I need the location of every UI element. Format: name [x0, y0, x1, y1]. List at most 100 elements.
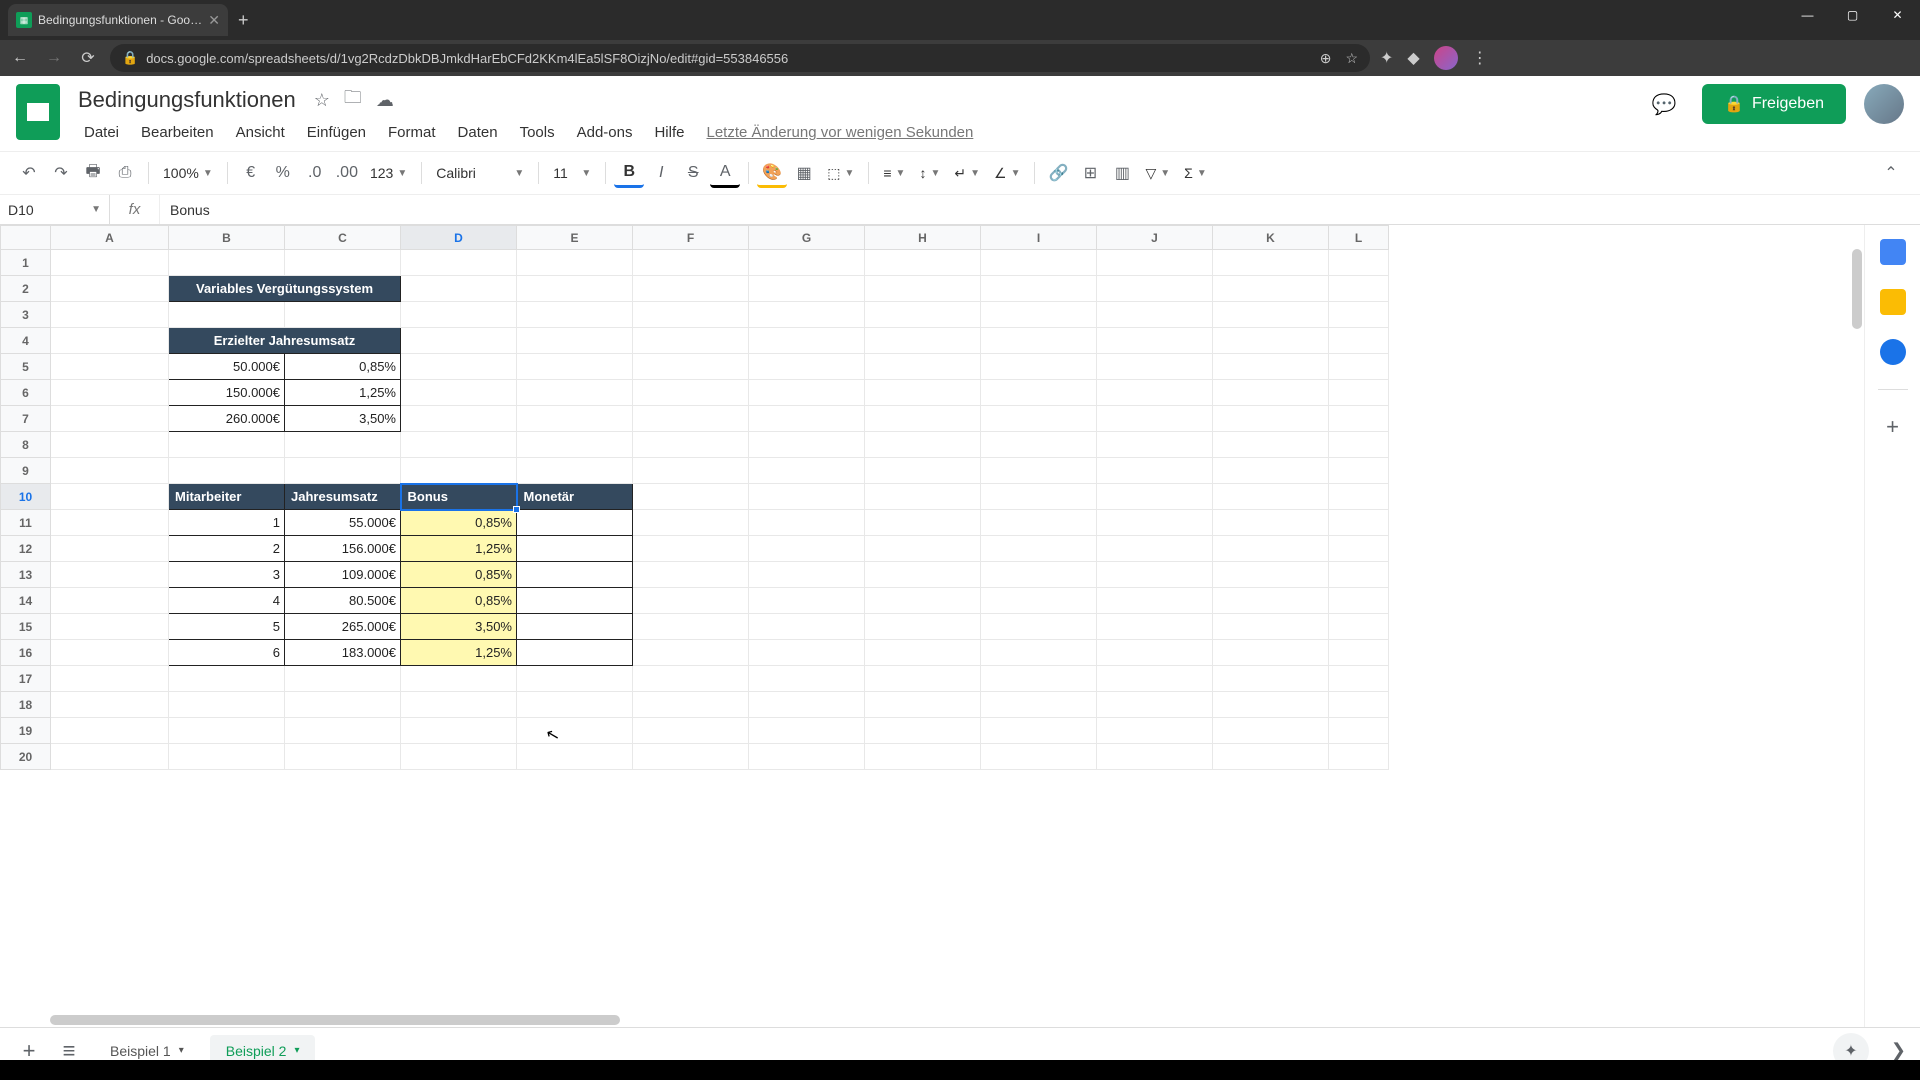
cell-K11[interactable]: [1213, 510, 1329, 536]
cell-L15[interactable]: [1329, 614, 1389, 640]
menu-view[interactable]: Ansicht: [226, 120, 295, 145]
cell-E4[interactable]: [517, 328, 633, 354]
cell-G19[interactable]: [749, 718, 865, 744]
cell-H15[interactable]: [865, 614, 981, 640]
cell-D3[interactable]: [401, 302, 517, 328]
cell-J13[interactable]: [1097, 562, 1213, 588]
reload-button[interactable]: ⟳: [76, 48, 100, 68]
cell-C11[interactable]: 55.000€: [285, 510, 401, 536]
row-header-10[interactable]: 10: [1, 484, 51, 510]
row-header-14[interactable]: 14: [1, 588, 51, 614]
cell-J1[interactable]: [1097, 250, 1213, 276]
cell-I13[interactable]: [981, 562, 1097, 588]
cell-E17[interactable]: [517, 666, 633, 692]
cell-F13[interactable]: [633, 562, 749, 588]
browser-menu-icon[interactable]: ⋮: [1472, 48, 1488, 68]
cell-G6[interactable]: [749, 380, 865, 406]
share-button[interactable]: 🔒 Freigeben: [1702, 84, 1846, 124]
window-minimize-button[interactable]: —: [1785, 0, 1830, 30]
cell-K10[interactable]: [1213, 484, 1329, 510]
bold-button[interactable]: B: [614, 158, 644, 188]
valign-button[interactable]: ↕▼: [913, 165, 946, 181]
cell-G16[interactable]: [749, 640, 865, 666]
cell-B7[interactable]: 260.000€: [169, 406, 285, 432]
fill-color-button[interactable]: 🎨: [757, 158, 787, 188]
cell-L14[interactable]: [1329, 588, 1389, 614]
extension-icon[interactable]: ◆: [1407, 48, 1419, 68]
merge-button[interactable]: ⬚▼: [821, 165, 860, 182]
cell-L3[interactable]: [1329, 302, 1389, 328]
print-button[interactable]: 🖶: [78, 158, 108, 188]
cell-G7[interactable]: [749, 406, 865, 432]
cell-C12[interactable]: 156.000€: [285, 536, 401, 562]
cell-K1[interactable]: [1213, 250, 1329, 276]
cell-D19[interactable]: [401, 718, 517, 744]
column-header-J[interactable]: J: [1097, 226, 1213, 250]
row-header-18[interactable]: 18: [1, 692, 51, 718]
decrease-decimal-button[interactable]: .0: [300, 158, 330, 188]
cell-H13[interactable]: [865, 562, 981, 588]
row-header-13[interactable]: 13: [1, 562, 51, 588]
cell-C16[interactable]: 183.000€: [285, 640, 401, 666]
cell-L20[interactable]: [1329, 744, 1389, 770]
italic-button[interactable]: I: [646, 158, 676, 188]
cell-E1[interactable]: [517, 250, 633, 276]
cell-I16[interactable]: [981, 640, 1097, 666]
column-header-L[interactable]: L: [1329, 226, 1389, 250]
cell-J17[interactable]: [1097, 666, 1213, 692]
zoom-icon[interactable]: ⊕: [1320, 50, 1332, 67]
cell-F20[interactable]: [633, 744, 749, 770]
cell-D1[interactable]: [401, 250, 517, 276]
account-avatar[interactable]: [1864, 84, 1904, 124]
row-header-7[interactable]: 7: [1, 406, 51, 432]
cell-C10[interactable]: Jahresumsatz: [285, 484, 401, 510]
cell-A5[interactable]: [51, 354, 169, 380]
cell-I10[interactable]: [981, 484, 1097, 510]
cell-I9[interactable]: [981, 458, 1097, 484]
collapse-toolbar-button[interactable]: ⌃: [1876, 158, 1906, 188]
tasks-icon[interactable]: [1880, 339, 1906, 365]
extensions-icon[interactable]: ✦: [1380, 48, 1393, 68]
cell-E2[interactable]: [517, 276, 633, 302]
cell-B6[interactable]: 150.000€: [169, 380, 285, 406]
back-button[interactable]: ←: [8, 49, 32, 67]
cell-A2[interactable]: [51, 276, 169, 302]
cell-B10[interactable]: Mitarbeiter: [169, 484, 285, 510]
cell-H14[interactable]: [865, 588, 981, 614]
cell-G17[interactable]: [749, 666, 865, 692]
cell-E13[interactable]: [517, 562, 633, 588]
document-title[interactable]: Bedingungsfunktionen: [74, 85, 300, 115]
increase-decimal-button[interactable]: .00: [332, 158, 362, 188]
cell-F2[interactable]: [633, 276, 749, 302]
profile-avatar-small[interactable]: [1434, 46, 1458, 70]
cell-J5[interactable]: [1097, 354, 1213, 380]
cell-L2[interactable]: [1329, 276, 1389, 302]
cell-G12[interactable]: [749, 536, 865, 562]
cell-K20[interactable]: [1213, 744, 1329, 770]
cell-H4[interactable]: [865, 328, 981, 354]
cell-A4[interactable]: [51, 328, 169, 354]
cell-K13[interactable]: [1213, 562, 1329, 588]
cell-H11[interactable]: [865, 510, 981, 536]
cell-A9[interactable]: [51, 458, 169, 484]
cell-I4[interactable]: [981, 328, 1097, 354]
cell-F10[interactable]: [633, 484, 749, 510]
cell-E8[interactable]: [517, 432, 633, 458]
cell-H12[interactable]: [865, 536, 981, 562]
currency-button[interactable]: €: [236, 158, 266, 188]
cell-F19[interactable]: [633, 718, 749, 744]
row-header-17[interactable]: 17: [1, 666, 51, 692]
column-header-G[interactable]: G: [749, 226, 865, 250]
zoom-select[interactable]: 100%▼: [157, 165, 219, 181]
paint-format-button[interactable]: ⎙: [110, 158, 140, 188]
cell-I5[interactable]: [981, 354, 1097, 380]
cell-C5[interactable]: 0,85%: [285, 354, 401, 380]
cell-H20[interactable]: [865, 744, 981, 770]
cell-G11[interactable]: [749, 510, 865, 536]
cell-H18[interactable]: [865, 692, 981, 718]
cell-I6[interactable]: [981, 380, 1097, 406]
rotate-button[interactable]: ∠▼: [988, 165, 1026, 182]
cell-B15[interactable]: 5: [169, 614, 285, 640]
cell-I11[interactable]: [981, 510, 1097, 536]
cell-J19[interactable]: [1097, 718, 1213, 744]
